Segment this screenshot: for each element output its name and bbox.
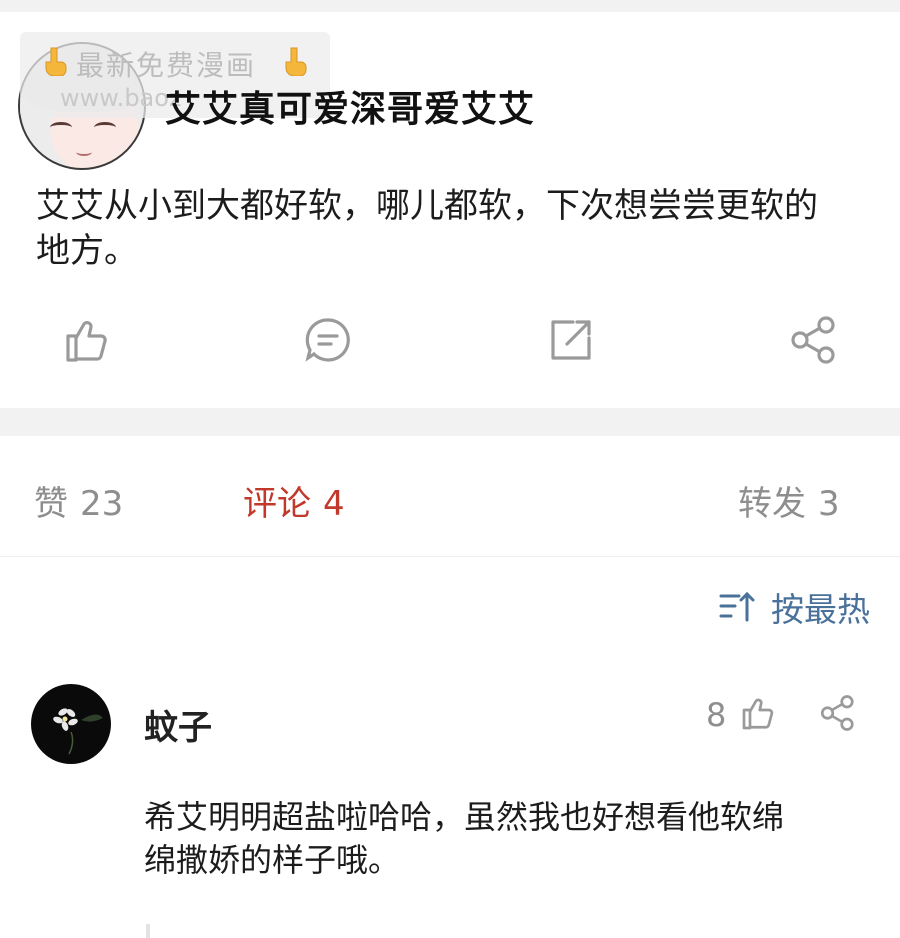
thumbs-up-icon (66, 321, 107, 362)
flower-image (53, 708, 103, 755)
comment-icon (305, 318, 350, 362)
watermark-text: 最新免费漫画 (76, 49, 257, 82)
tab-reposts-count: 3 (818, 484, 840, 524)
like-button[interactable] (58, 312, 114, 368)
share-icon (820, 695, 854, 731)
comment-like-button[interactable] (738, 692, 780, 734)
reply-indicator (146, 924, 150, 938)
tab-reposts[interactable]: 转发 3 (738, 476, 840, 525)
tab-comments-label: 评论 (243, 484, 311, 524)
comment-body: 希艾明明超盐啦哈哈，虽然我也好想看他软绵绵撒娇的样子哦。 (144, 798, 785, 879)
top-divider (0, 0, 900, 12)
commenter-name[interactable]: 蚊子 (144, 700, 212, 749)
tab-comments[interactable]: 评论 4 (243, 476, 345, 525)
tab-likes-count: 23 (80, 484, 124, 524)
tab-comments-count: 4 (323, 484, 345, 524)
repost-button[interactable] (543, 312, 599, 368)
sort-label: 按最热 (771, 590, 870, 629)
post-body: 艾艾从小到大都好软，哪儿都软，下次想尝尝更软的地方。 (36, 186, 818, 271)
tab-likes[interactable]: 赞 23 (34, 476, 123, 525)
comment-share-button[interactable] (816, 692, 860, 734)
comment-like-count: 8 (706, 696, 727, 734)
commenter-avatar[interactable] (31, 684, 111, 764)
sort-button[interactable]: 按最热 (719, 583, 870, 631)
share-icon (791, 316, 835, 364)
stats-tabs: 赞 23 评论 4 转发 3 (0, 436, 900, 557)
pointing-hand-icon (285, 47, 307, 76)
tab-likes-label: 赞 (34, 484, 68, 524)
comment-button[interactable] (300, 312, 356, 368)
tab-reposts-label: 转发 (738, 484, 806, 524)
pointing-hand-icon (45, 47, 67, 76)
repost-icon (551, 320, 591, 360)
sort-icon (719, 591, 755, 622)
section-divider (0, 408, 900, 436)
post-card: 最新免费漫画 www.baoz 艾艾真可爱深哥爱艾艾 艾艾从小到大都好软，哪儿都… (0, 12, 900, 408)
share-button[interactable] (786, 312, 842, 368)
thumbs-up-icon (742, 698, 774, 730)
author-name[interactable]: 艾艾真可爱深哥爱艾艾 (165, 80, 535, 132)
post-action-bar (0, 312, 900, 376)
watermark-url: www.baoz (60, 84, 182, 112)
